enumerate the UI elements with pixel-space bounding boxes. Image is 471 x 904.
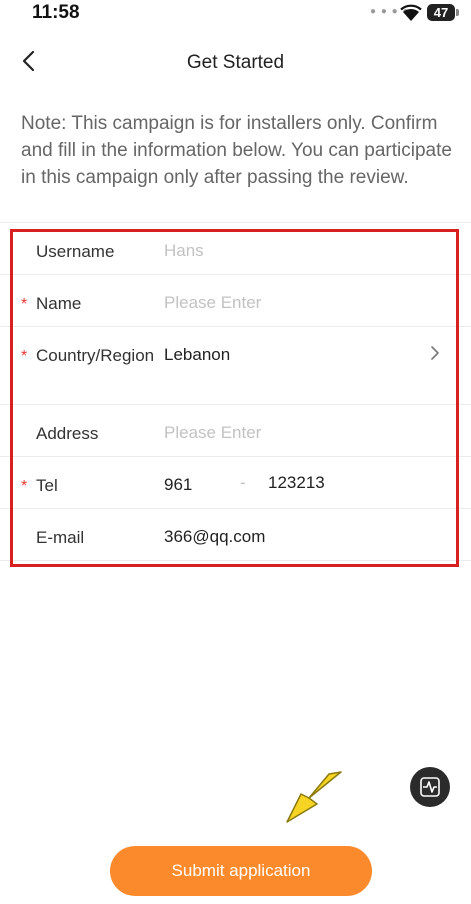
battery-level: 47 xyxy=(433,5,449,20)
tel-number-input[interactable]: 123213 xyxy=(268,473,325,493)
status-bar: 11:58 ● ● ● ● 47 xyxy=(0,0,471,30)
nav-bar: Get Started xyxy=(0,40,471,84)
page-title: Get Started xyxy=(186,52,285,73)
country-label: Country/Region xyxy=(36,346,155,365)
battery-tip xyxy=(456,9,459,16)
username-row: Username Hans xyxy=(0,222,471,275)
chevron-right-icon[interactable] xyxy=(428,344,442,362)
name-label: Name xyxy=(36,294,82,313)
campaign-note: Note: This campaign is for installers on… xyxy=(21,113,452,188)
tel-separator: - xyxy=(240,473,246,492)
battery-icon: 47 xyxy=(427,4,455,21)
country-value[interactable]: Lebanon xyxy=(164,343,230,367)
required-marker: * xyxy=(21,296,28,313)
name-row[interactable]: * Name Please Enter xyxy=(0,275,471,327)
address-input[interactable]: Please Enter xyxy=(164,421,261,445)
required-marker: * xyxy=(21,478,28,495)
email-input[interactable]: 366@qq.com xyxy=(164,525,265,549)
required-marker: * xyxy=(21,348,28,365)
email-row[interactable]: E-mail 366@qq.com xyxy=(0,509,471,561)
application-form: Username Hans * Name Please Enter * Coun… xyxy=(0,222,471,561)
activity-float-button[interactable] xyxy=(410,767,450,807)
username-label: Username xyxy=(36,242,115,261)
status-time: 11:58 xyxy=(32,2,80,23)
address-row[interactable]: Address Please Enter xyxy=(0,405,471,457)
pointer-arrow-icon xyxy=(286,771,342,823)
email-label: E-mail xyxy=(36,528,85,547)
tel-country-code[interactable]: 961 xyxy=(164,473,192,497)
name-input[interactable]: Please Enter xyxy=(164,291,261,315)
tel-row[interactable]: * Tel 961 - 123213 xyxy=(0,457,471,509)
wifi-icon xyxy=(400,4,422,21)
country-row[interactable]: * Country/Region Lebanon xyxy=(0,327,471,405)
username-value: Hans xyxy=(164,241,204,260)
pulse-icon xyxy=(420,777,440,797)
tel-label: Tel xyxy=(36,476,58,495)
address-label: Address xyxy=(36,424,99,443)
submit-application-button[interactable]: Submit application xyxy=(110,846,372,896)
